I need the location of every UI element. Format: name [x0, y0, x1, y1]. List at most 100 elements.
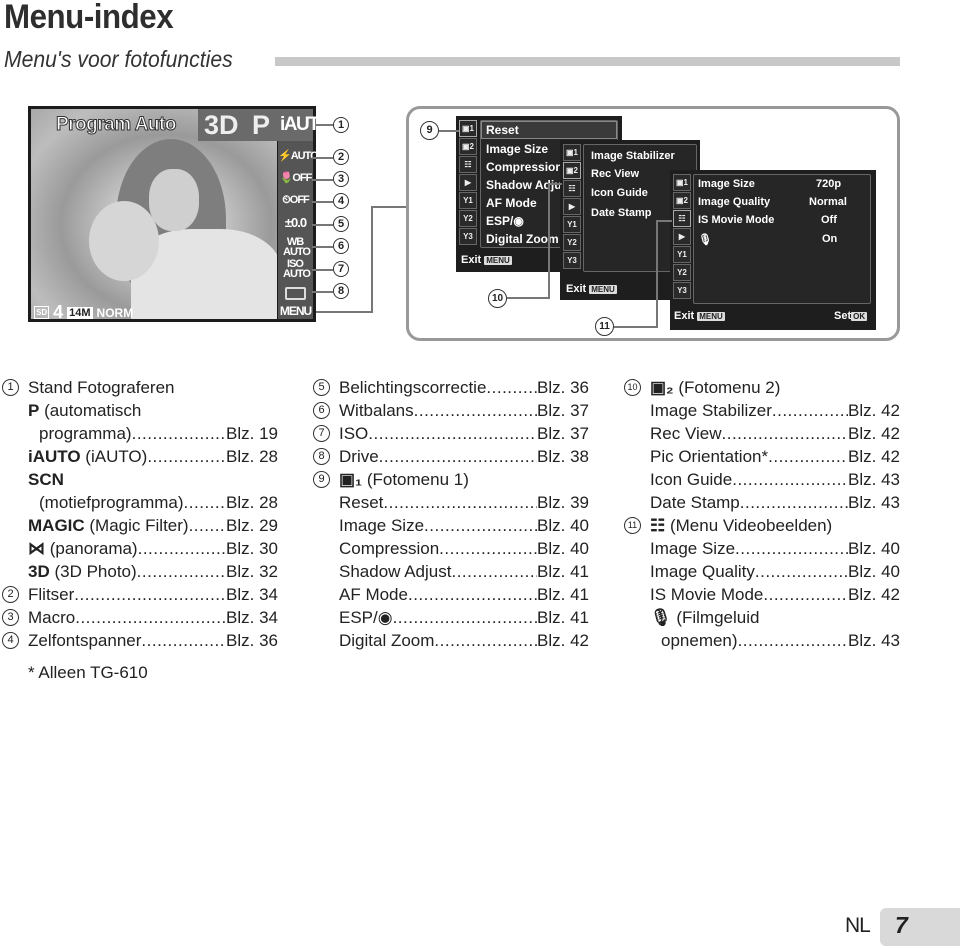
- page-reference[interactable]: Blz. 40: [537, 514, 589, 537]
- index-entry[interactable]: Image Size Blz. 40: [650, 537, 900, 560]
- index-entry[interactable]: Image Size Blz. 40: [339, 514, 589, 537]
- index-entry[interactable]: 8 Drive Blz. 38: [313, 445, 589, 468]
- menu-item-image-quality[interactable]: Image Quality: [698, 196, 770, 208]
- index-entry[interactable]: 9 ▣₁ (Fotomenu 1): [313, 468, 589, 491]
- page-reference[interactable]: Blz. 34: [226, 583, 278, 606]
- tab-camera1-icon[interactable]: ▣1: [563, 144, 581, 161]
- index-entry[interactable]: Compression Blz. 40: [339, 537, 589, 560]
- index-entry[interactable]: AF Mode Blz. 41: [339, 583, 589, 606]
- index-entry[interactable]: SCN: [28, 468, 278, 491]
- page-reference[interactable]: Blz. 19: [226, 422, 278, 445]
- menu-item-reset[interactable]: Reset: [486, 123, 519, 137]
- page-reference[interactable]: Blz. 41: [537, 583, 589, 606]
- index-entry[interactable]: Reset Blz. 39: [339, 491, 589, 514]
- index-entry[interactable]: Image Stabilizer Blz. 42: [650, 399, 900, 422]
- page-reference[interactable]: Blz. 42: [848, 583, 900, 606]
- page-reference[interactable]: Blz. 40: [848, 560, 900, 583]
- index-entry[interactable]: MAGIC (Magic Filter) Blz. 29: [28, 514, 278, 537]
- index-entry[interactable]: IS Movie Mode Blz. 42: [650, 583, 900, 606]
- index-entry[interactable]: 6 Witbalans Blz. 37: [313, 399, 589, 422]
- page-reference[interactable]: Blz. 30: [226, 537, 278, 560]
- index-entry[interactable]: P (automatisch: [28, 399, 278, 422]
- page-reference[interactable]: Blz. 40: [848, 537, 900, 560]
- index-entry[interactable]: 🎙 (Filmgeluid: [650, 606, 900, 629]
- index-entry[interactable]: programma) Blz. 19: [28, 422, 278, 445]
- tab-camera2-icon[interactable]: ▣2: [563, 162, 581, 179]
- tab-setup2-icon[interactable]: Y2: [563, 234, 581, 251]
- page-reference[interactable]: Blz. 42: [848, 399, 900, 422]
- page-reference[interactable]: Blz. 28: [226, 491, 278, 514]
- page-reference[interactable]: Blz. 34: [226, 606, 278, 629]
- tab-camera2-icon[interactable]: ▣2: [673, 192, 691, 209]
- index-entry[interactable]: 10 ▣₂ (Fotomenu 2): [624, 376, 900, 399]
- menu-item-date-stamp[interactable]: Date Stamp: [591, 207, 652, 219]
- tab-setup2-icon[interactable]: Y2: [459, 210, 477, 227]
- tab-movie-icon[interactable]: ☷: [563, 180, 581, 197]
- index-column-1: 1 Stand Fotograferen P (automatisch program…: [2, 376, 278, 652]
- index-entry[interactable]: Digital Zoom Blz. 42: [339, 629, 589, 652]
- tab-playback-icon[interactable]: ▶: [563, 198, 581, 215]
- index-entry[interactable]: 4 Zelfontspanner Blz. 36: [2, 629, 278, 652]
- page-reference[interactable]: Blz. 42: [537, 629, 589, 652]
- page-reference[interactable]: Blz. 41: [537, 606, 589, 629]
- index-entry[interactable]: Image Quality Blz. 40: [650, 560, 900, 583]
- menu-item-image-size[interactable]: Image Size: [486, 142, 548, 156]
- index-entry[interactable]: 3D (3D Photo) Blz. 32: [28, 560, 278, 583]
- index-entry[interactable]: 5 Belichtingscorrectie Blz. 36: [313, 376, 589, 399]
- menu-item-is-movie-mode[interactable]: IS Movie Mode: [698, 214, 774, 226]
- menu-item-image-size[interactable]: Image Size: [698, 178, 755, 190]
- page-reference[interactable]: Blz. 42: [848, 422, 900, 445]
- page-reference[interactable]: Blz. 43: [848, 629, 900, 652]
- index-entry[interactable]: iAUTO (iAUTO) Blz. 28: [28, 445, 278, 468]
- index-entry[interactable]: 11 ☷ (Menu Videobeelden): [624, 514, 900, 537]
- page-reference[interactable]: Blz. 43: [848, 491, 900, 514]
- page-reference[interactable]: Blz. 38: [537, 445, 589, 468]
- menu-item-rec-view[interactable]: Rec View: [591, 168, 639, 180]
- index-entry[interactable]: ESP/◉ Blz. 41: [339, 606, 589, 629]
- page-reference[interactable]: Blz. 43: [848, 468, 900, 491]
- menu-item-compression[interactable]: Compression: [486, 160, 563, 174]
- tab-setup2-icon[interactable]: Y2: [673, 264, 691, 281]
- index-entry[interactable]: Icon Guide Blz. 43: [650, 468, 900, 491]
- tab-movie-icon[interactable]: ☷: [459, 156, 477, 173]
- index-entry[interactable]: 7 ISO Blz. 37: [313, 422, 589, 445]
- index-entry[interactable]: Shadow Adjust Blz. 41: [339, 560, 589, 583]
- tab-setup1-icon[interactable]: Y1: [673, 246, 691, 263]
- tab-playback-icon[interactable]: ▶: [459, 174, 477, 191]
- menu-item-icon-guide[interactable]: Icon Guide: [591, 187, 648, 199]
- tab-camera1-icon[interactable]: ▣1: [673, 174, 691, 191]
- tab-camera1-icon[interactable]: ▣1: [459, 120, 477, 137]
- page-reference[interactable]: Blz. 41: [537, 560, 589, 583]
- page-reference[interactable]: Blz. 29: [226, 514, 278, 537]
- menu-item-af-mode[interactable]: AF Mode: [486, 196, 537, 210]
- tab-camera2-icon[interactable]: ▣2: [459, 138, 477, 155]
- index-entry[interactable]: (motiefprogramma) Blz. 28: [28, 491, 278, 514]
- tab-playback-icon[interactable]: ▶: [673, 228, 691, 245]
- index-entry[interactable]: Pic Orientation* Blz. 42: [650, 445, 900, 468]
- tab-setup1-icon[interactable]: Y1: [459, 192, 477, 209]
- index-entry[interactable]: ⋈ (panorama) Blz. 30: [28, 537, 278, 560]
- index-entry[interactable]: opnemen) Blz. 43: [650, 629, 900, 652]
- index-entry[interactable]: 1 Stand Fotograferen: [2, 376, 278, 399]
- tab-setup1-icon[interactable]: Y1: [563, 216, 581, 233]
- menu-item-esp[interactable]: ESP/◉: [486, 214, 524, 228]
- tab-setup3-icon[interactable]: Y3: [459, 228, 477, 245]
- page-reference[interactable]: Blz. 36: [537, 376, 589, 399]
- tab-setup3-icon[interactable]: Y3: [563, 252, 581, 269]
- page-reference[interactable]: Blz. 36: [226, 629, 278, 652]
- menu-item-microphone-icon[interactable]: 🎙: [698, 233, 712, 246]
- index-entry[interactable]: 2 Flitser Blz. 34: [2, 583, 278, 606]
- page-reference[interactable]: Blz. 42: [848, 445, 900, 468]
- tab-setup3-icon[interactable]: Y3: [673, 282, 691, 299]
- page-reference[interactable]: Blz. 28: [226, 445, 278, 468]
- tab-movie-icon[interactable]: ☷: [673, 210, 691, 227]
- page-reference[interactable]: Blz. 37: [537, 422, 589, 445]
- index-entry[interactable]: Date Stamp Blz. 43: [650, 491, 900, 514]
- index-entry[interactable]: Rec View Blz. 42: [650, 422, 900, 445]
- page-reference[interactable]: Blz. 40: [537, 537, 589, 560]
- menu-item-image-stabilizer[interactable]: Image Stabilizer: [591, 150, 675, 162]
- page-reference[interactable]: Blz. 32: [226, 560, 278, 583]
- page-reference[interactable]: Blz. 37: [537, 399, 589, 422]
- index-entry[interactable]: 3 Macro Blz. 34: [2, 606, 278, 629]
- page-reference[interactable]: Blz. 39: [537, 491, 589, 514]
